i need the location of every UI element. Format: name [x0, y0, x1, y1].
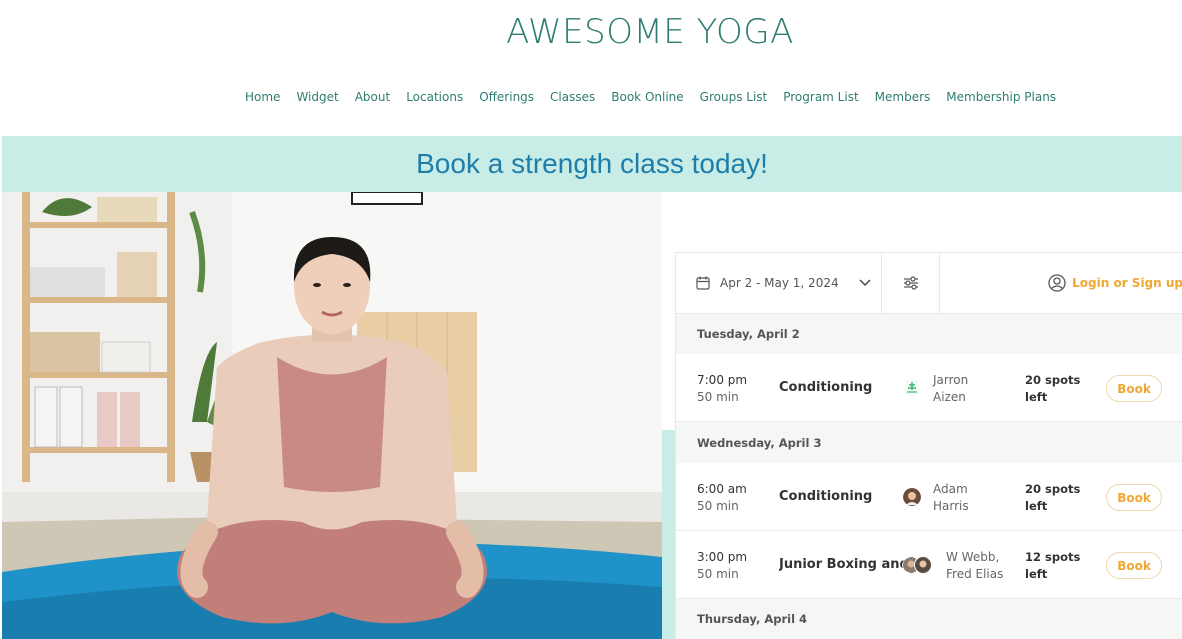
spots-left: 20 spots left	[1025, 372, 1080, 406]
day-header: Thursday, April 4	[676, 599, 1182, 639]
login-label: Login or Sign up	[1072, 276, 1182, 290]
nav-book-online[interactable]: Book Online	[611, 90, 683, 104]
nav-membership-plans[interactable]: Membership Plans	[946, 90, 1056, 104]
day-header: Tuesday, April 2	[676, 314, 1182, 354]
logo-avatar-icon	[903, 379, 921, 397]
hero-image	[2, 192, 662, 639]
date-range-picker[interactable]: Apr 2 - May 1, 2024	[676, 253, 882, 313]
decorative-strip	[662, 430, 676, 639]
book-button[interactable]: Book	[1106, 484, 1162, 511]
class-name[interactable]: Conditioning	[779, 489, 904, 504]
session-time: 6:00 am 50 min	[697, 481, 747, 515]
spots-line1: 20 spots	[1025, 482, 1081, 496]
duration: 50 min	[697, 390, 739, 404]
group-avatar-icon	[902, 556, 932, 574]
spots-line1: 20 spots	[1025, 373, 1081, 387]
staff-line1: Jarron	[933, 373, 969, 387]
person-avatar-icon	[903, 488, 921, 506]
session-time: 7:00 pm 50 min	[697, 372, 747, 406]
nav-offerings[interactable]: Offerings	[479, 90, 534, 104]
date-range-label: Apr 2 - May 1, 2024	[720, 276, 839, 290]
nav-members[interactable]: Members	[875, 90, 931, 104]
nav-about[interactable]: About	[355, 90, 390, 104]
promo-banner: Book a strength class today!	[2, 136, 1182, 192]
banner-text: Book a strength class today!	[416, 148, 768, 179]
nav-groups-list[interactable]: Groups List	[700, 90, 768, 104]
nav-classes[interactable]: Classes	[550, 90, 595, 104]
staff-line2: Fred Elias	[946, 567, 1004, 581]
day-header: Wednesday, April 3	[676, 422, 1182, 463]
calendar-icon	[696, 276, 710, 290]
book-button[interactable]: Book	[1106, 375, 1162, 402]
session-row: 6:00 am 50 min Conditioning Adam Harris …	[676, 463, 1182, 531]
session-time: 3:00 pm 50 min	[697, 549, 747, 583]
start-time: 6:00 am	[697, 482, 747, 496]
duration: 50 min	[697, 499, 739, 513]
start-time: 7:00 pm	[697, 373, 748, 387]
staff-name[interactable]: Jarron Aizen	[933, 372, 968, 406]
nav-program-list[interactable]: Program List	[783, 90, 858, 104]
main-nav: Home Widget About Locations Offerings Cl…	[245, 90, 1056, 104]
staff-line1: Adam	[933, 482, 968, 496]
staff-name[interactable]: Adam Harris	[933, 481, 969, 515]
filter-button[interactable]	[882, 253, 940, 313]
staff-line1: W Webb,	[946, 550, 1000, 564]
spots-left: 20 spots left	[1025, 481, 1080, 515]
site-title[interactable]: AWESOME YOGA	[0, 12, 1182, 52]
class-name[interactable]: Conditioning	[779, 380, 904, 395]
staff-line2: Harris	[933, 499, 969, 513]
session-row: 3:00 pm 50 min Junior Boxing and Fitness…	[676, 531, 1182, 599]
duration: 50 min	[697, 567, 739, 581]
nav-widget[interactable]: Widget	[296, 90, 338, 104]
user-icon	[1048, 274, 1066, 292]
booking-widget: Apr 2 - May 1, 2024 Login or Sign up Tue…	[675, 252, 1182, 639]
spots-left: 12 spots left	[1025, 549, 1080, 583]
spots-line2: left	[1025, 499, 1048, 513]
yoga-woman-illustration	[2, 192, 662, 639]
login-link[interactable]: Login or Sign up	[1048, 274, 1182, 292]
spots-line2: left	[1025, 567, 1048, 581]
nav-locations[interactable]: Locations	[406, 90, 463, 104]
chevron-down-icon	[859, 279, 871, 287]
book-button[interactable]: Book	[1106, 552, 1162, 579]
nav-home[interactable]: Home	[245, 90, 280, 104]
sliders-icon	[903, 276, 918, 290]
start-time: 3:00 pm	[697, 550, 748, 564]
staff-name[interactable]: W Webb, Fred Elias	[946, 549, 1003, 583]
widget-toolbar: Apr 2 - May 1, 2024 Login or Sign up	[676, 252, 1182, 314]
class-name[interactable]: Junior Boxing and Fitness	[779, 557, 904, 572]
session-row: 7:00 pm 50 min Conditioning Jarron Aizen…	[676, 354, 1182, 422]
spots-line1: 12 spots	[1025, 550, 1081, 564]
spots-line2: left	[1025, 390, 1048, 404]
staff-line2: Aizen	[933, 390, 966, 404]
